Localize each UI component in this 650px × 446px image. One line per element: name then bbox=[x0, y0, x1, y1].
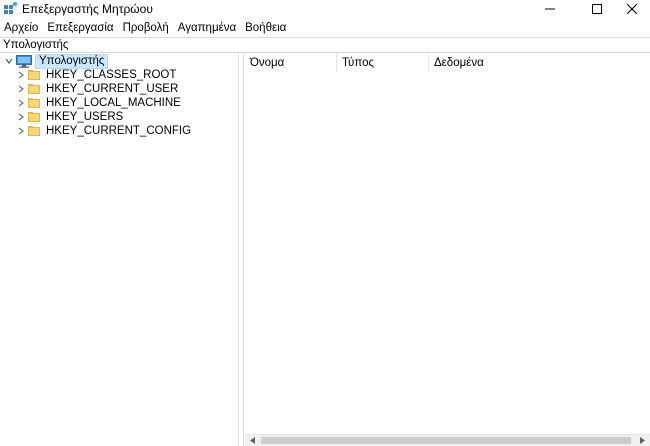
tree-root-label[interactable]: Υπολογιστής bbox=[35, 53, 109, 69]
close-icon bbox=[627, 4, 637, 14]
folder-icon bbox=[28, 112, 40, 122]
horizontal-scrollbar[interactable] bbox=[245, 434, 650, 446]
menu-favorites[interactable]: Αγαπημένα bbox=[174, 20, 241, 36]
scroll-right-icon[interactable] bbox=[636, 435, 648, 446]
expand-chevron-icon[interactable] bbox=[16, 82, 26, 96]
folder-icon bbox=[28, 70, 40, 80]
tree-item-label[interactable]: HKEY_USERS bbox=[46, 111, 123, 124]
address-bar[interactable]: Υπολογιστής bbox=[0, 37, 650, 53]
expand-chevron-icon[interactable] bbox=[16, 124, 26, 138]
tree-root-computer[interactable]: Υπολογιστής bbox=[4, 53, 109, 69]
expand-chevron-icon[interactable] bbox=[16, 96, 26, 110]
address-path[interactable]: Υπολογιστής bbox=[3, 39, 68, 52]
folder-icon bbox=[28, 126, 40, 136]
tree-item-label[interactable]: HKEY_CURRENT_USER bbox=[46, 83, 178, 96]
computer-icon bbox=[16, 54, 32, 68]
folder-icon bbox=[28, 98, 40, 108]
column-header-name[interactable]: Όνομα bbox=[245, 54, 337, 72]
maximize-icon bbox=[592, 4, 602, 14]
scrollbar-thumb[interactable] bbox=[261, 437, 631, 444]
folder-icon bbox=[28, 84, 40, 94]
pane-splitter[interactable] bbox=[238, 54, 244, 446]
tree-item-hkey-local-machine[interactable]: HKEY_LOCAL_MACHINE bbox=[16, 96, 181, 110]
tree-item-label[interactable]: HKEY_CLASSES_ROOT bbox=[46, 69, 176, 82]
minimize-icon bbox=[545, 8, 555, 10]
registry-editor-icon bbox=[4, 2, 18, 14]
column-header-data[interactable]: Δεδομένα bbox=[429, 54, 650, 72]
menu-view[interactable]: Προβολή bbox=[119, 20, 174, 36]
tree-pane[interactable]: Υπολογιστής HKEY_CLASSES_ROOT HKEY_CURRE… bbox=[0, 53, 238, 446]
list-header: Όνομα Τύπος Δεδομένα bbox=[245, 54, 650, 72]
title-bar: Επεξεργαστής Μητρώου bbox=[0, 0, 650, 18]
expand-chevron-icon[interactable] bbox=[16, 110, 26, 124]
menu-file[interactable]: Αρχείο bbox=[0, 20, 43, 36]
menu-bar: Αρχείο Επεξεργασία Προβολή Αγαπημένα Βοή… bbox=[0, 20, 291, 36]
window-title: Επεξεργαστής Μητρώου bbox=[22, 2, 153, 16]
tree-item-hkey-users[interactable]: HKEY_USERS bbox=[16, 110, 123, 124]
scroll-left-icon[interactable] bbox=[247, 435, 259, 446]
values-list-pane[interactable]: Όνομα Τύπος Δεδομένα bbox=[245, 54, 650, 446]
collapse-chevron-icon[interactable] bbox=[4, 54, 14, 68]
expand-chevron-icon[interactable] bbox=[16, 68, 26, 82]
minimize-button[interactable] bbox=[530, 0, 570, 18]
menu-help[interactable]: Βοήθεια bbox=[241, 20, 291, 36]
menu-edit[interactable]: Επεξεργασία bbox=[43, 20, 118, 36]
maximize-button[interactable] bbox=[577, 0, 617, 18]
tree-item-label[interactable]: HKEY_CURRENT_CONFIG bbox=[46, 125, 191, 138]
tree-item-hkey-current-config[interactable]: HKEY_CURRENT_CONFIG bbox=[16, 124, 191, 138]
tree-item-hkey-classes-root[interactable]: HKEY_CLASSES_ROOT bbox=[16, 68, 176, 82]
close-button[interactable] bbox=[612, 0, 650, 18]
tree-item-label[interactable]: HKEY_LOCAL_MACHINE bbox=[46, 97, 181, 110]
tree-item-hkey-current-user[interactable]: HKEY_CURRENT_USER bbox=[16, 82, 178, 96]
column-header-type[interactable]: Τύπος bbox=[337, 54, 429, 72]
